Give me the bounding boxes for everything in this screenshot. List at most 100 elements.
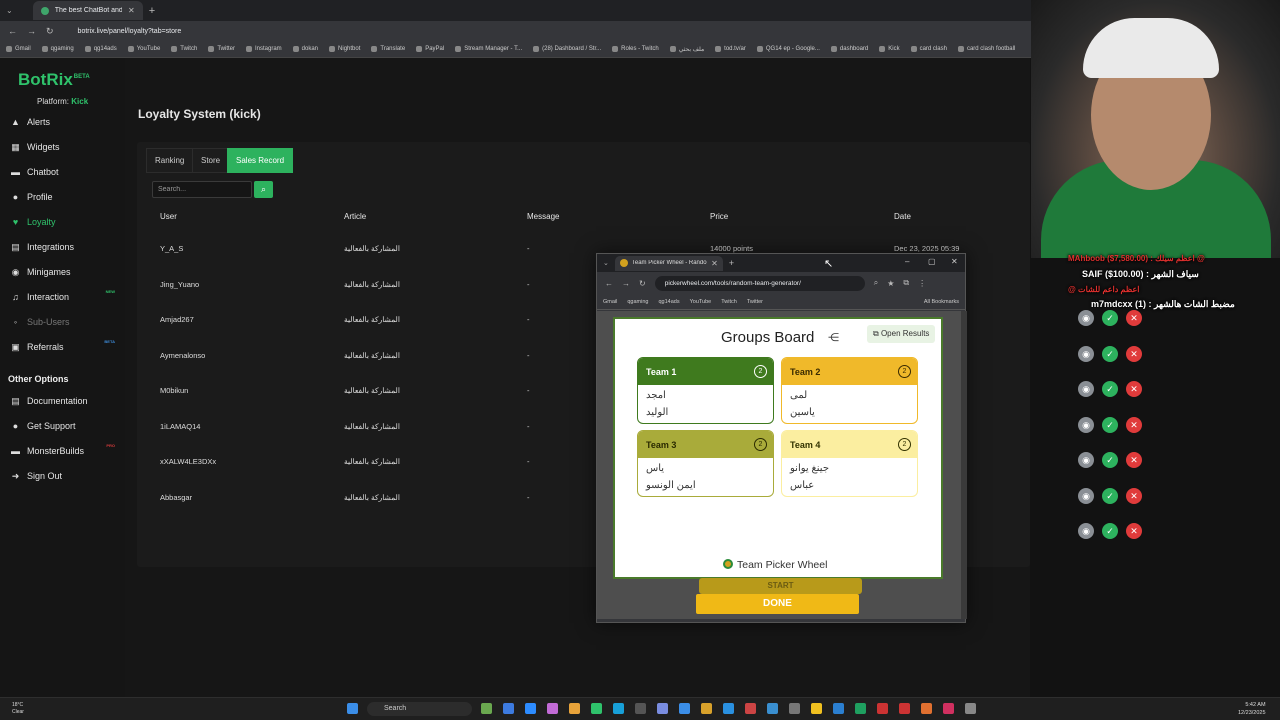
bookmark-item[interactable]: qg14ads: [84, 46, 117, 52]
tab-store[interactable]: Store: [192, 148, 230, 173]
close-window-icon[interactable]: ✕: [951, 257, 958, 266]
weather-widget[interactable]: 18°C Clear: [12, 702, 24, 716]
approve-button[interactable]: ✓: [1102, 345, 1118, 362]
botrix-logo[interactable]: BotRixBETA: [18, 70, 90, 90]
taskbar-app-icon[interactable]: [855, 703, 866, 714]
bookmark-item[interactable]: Nightbot: [329, 46, 360, 52]
start-menu-icon[interactable]: [347, 703, 358, 714]
view-button[interactable]: ◉: [1078, 416, 1094, 433]
popup-forward-icon[interactable]: →: [622, 279, 630, 288]
bookmark-item[interactable]: Translate: [371, 46, 405, 52]
sidebar-item-chatbot[interactable]: ▬ Chatbot: [11, 167, 121, 177]
view-button[interactable]: ◉: [1078, 523, 1094, 539]
bookmark-item[interactable]: Twitter: [208, 46, 235, 52]
bookmark-item[interactable]: ملف بحثي: [669, 46, 704, 53]
sidebar-item-widgets[interactable]: ▦ Widgets: [11, 142, 121, 152]
popup-reload-icon[interactable]: ↻: [639, 279, 646, 288]
reject-button[interactable]: ✕: [1126, 381, 1142, 397]
approve-button[interactable]: ✓: [1102, 452, 1118, 468]
sidebar-item-documentation[interactable]: ▤ Documentation: [11, 396, 121, 406]
all-bookmarks-button[interactable]: All Bookmarks: [924, 299, 959, 305]
url-field[interactable]: botrix.live/panel/loyalty?tab=store: [78, 28, 182, 35]
bookmark-item[interactable]: QG14 ep - Google...: [756, 46, 820, 52]
sidebar-item-profile[interactable]: ● Profile: [11, 192, 121, 202]
bookmark-item[interactable]: YouTube: [127, 46, 160, 52]
close-tab-icon[interactable]: ✕: [128, 6, 135, 15]
tab-ranking[interactable]: Ranking: [146, 148, 194, 173]
sidebar-item-referrals[interactable]: ▣ Referrals BETA: [11, 339, 121, 352]
taskbar-app-icon[interactable]: [657, 703, 668, 714]
sidebar-item-minigames[interactable]: ◉ Minigames: [11, 267, 121, 277]
bookmark-item[interactable]: PayPal: [416, 46, 444, 52]
sidebar-item-interaction[interactable]: ♫ Interaction NEW: [11, 289, 121, 302]
taskbar-app-icon[interactable]: [921, 703, 932, 714]
popup-close-tab-icon[interactable]: ✕: [711, 259, 718, 268]
extensions-icon[interactable]: ⧉: [903, 278, 909, 288]
popup-browser-tab[interactable]: Team Picker Wheel - Random ✕: [614, 255, 723, 271]
back-icon[interactable]: ←: [8, 26, 17, 36]
bookmark-item[interactable]: (28) Dashboard / Str...: [533, 46, 601, 52]
sidebar-item-integrations[interactable]: ▤ Integrations: [11, 242, 121, 252]
popup-bookmark-item[interactable]: Twitter: [747, 299, 763, 305]
tab-list-chevron-icon[interactable]: ⌄: [6, 6, 13, 15]
tab-sales-record[interactable]: Sales Record: [227, 148, 294, 173]
approve-button[interactable]: ✓: [1102, 523, 1118, 539]
search-button[interactable]: ⌕: [254, 181, 273, 198]
taskbar-app-icon[interactable]: [723, 703, 734, 714]
reject-button[interactable]: ✕: [1126, 416, 1142, 433]
browser-tab[interactable]: The best ChatBot and Widgets ✕: [32, 1, 143, 20]
taskbar-app-icon[interactable]: [569, 703, 580, 714]
bookmark-item[interactable]: Stream Manager - T...: [455, 46, 522, 52]
view-button[interactable]: ◉: [1078, 345, 1094, 362]
search-input[interactable]: [152, 181, 252, 198]
bookmark-item[interactable]: Instagram: [245, 46, 282, 52]
taskbar-app-icon[interactable]: [701, 703, 712, 714]
approve-button[interactable]: ✓: [1102, 381, 1118, 397]
sidebar-item-get-support[interactable]: ● Get Support: [11, 421, 121, 431]
taskbar-app-icon[interactable]: [767, 703, 778, 714]
taskbar-clock[interactable]: 5:42 AM 12/23/2025: [1238, 701, 1266, 717]
bookmark-item[interactable]: dashboard: [830, 46, 868, 52]
taskbar-app-icon[interactable]: [525, 703, 536, 714]
taskbar-app-icon[interactable]: [547, 703, 558, 714]
bookmark-item[interactable]: Twitch: [171, 46, 197, 52]
bookmark-item[interactable]: card clash: [910, 46, 947, 52]
done-button[interactable]: DONE: [696, 594, 859, 614]
reject-button[interactable]: ✕: [1126, 345, 1142, 362]
taskbar-app-icon[interactable]: [943, 703, 954, 714]
taskbar-app-icon[interactable]: [899, 703, 910, 714]
view-button[interactable]: ◉: [1078, 310, 1094, 326]
popup-back-icon[interactable]: ←: [605, 279, 613, 288]
reject-button[interactable]: ✕: [1126, 452, 1142, 468]
popup-new-tab-icon[interactable]: +: [729, 258, 734, 268]
reject-button[interactable]: ✕: [1126, 523, 1142, 539]
reject-button[interactable]: ✕: [1126, 310, 1142, 326]
taskbar-app-icon[interactable]: [789, 703, 800, 714]
taskbar-app-icon[interactable]: [679, 703, 690, 714]
popup-bookmark-item[interactable]: YouTube: [690, 299, 712, 305]
bookmark-item[interactable]: Roles - Twitch: [612, 46, 659, 52]
popup-tab-list-icon[interactable]: ⌄: [603, 259, 609, 267]
new-tab-icon[interactable]: +: [149, 5, 155, 17]
view-button[interactable]: ◉: [1078, 452, 1094, 468]
bookmark-item[interactable]: tod.tv/ar: [715, 46, 746, 52]
view-button[interactable]: ◉: [1078, 487, 1094, 504]
open-results-button[interactable]: ⧉ Open Results: [867, 325, 936, 343]
popup-bookmark-item[interactable]: qg14ads: [658, 299, 679, 305]
share-icon[interactable]: ⋲: [828, 331, 839, 344]
popup-scrollbar[interactable]: [961, 311, 967, 619]
taskbar-app-icon[interactable]: [591, 703, 602, 714]
minimize-icon[interactable]: –: [905, 257, 909, 266]
approve-button[interactable]: ✓: [1102, 416, 1118, 433]
sidebar-item-alerts[interactable]: ▲ Alerts: [11, 117, 121, 127]
reject-button[interactable]: ✕: [1126, 487, 1142, 504]
sidebar-item-sign-out[interactable]: ➜ Sign Out: [11, 471, 121, 481]
approve-button[interactable]: ✓: [1102, 310, 1118, 326]
taskbar-app-icon[interactable]: [833, 703, 844, 714]
bookmark-item[interactable]: Gmail: [6, 46, 31, 52]
bookmark-item[interactable]: Kick: [879, 46, 900, 52]
bookmark-star-icon[interactable]: ★: [887, 279, 894, 288]
taskbar-search[interactable]: Search: [367, 702, 472, 716]
forward-icon[interactable]: →: [27, 26, 36, 36]
view-button[interactable]: ◉: [1078, 381, 1094, 397]
